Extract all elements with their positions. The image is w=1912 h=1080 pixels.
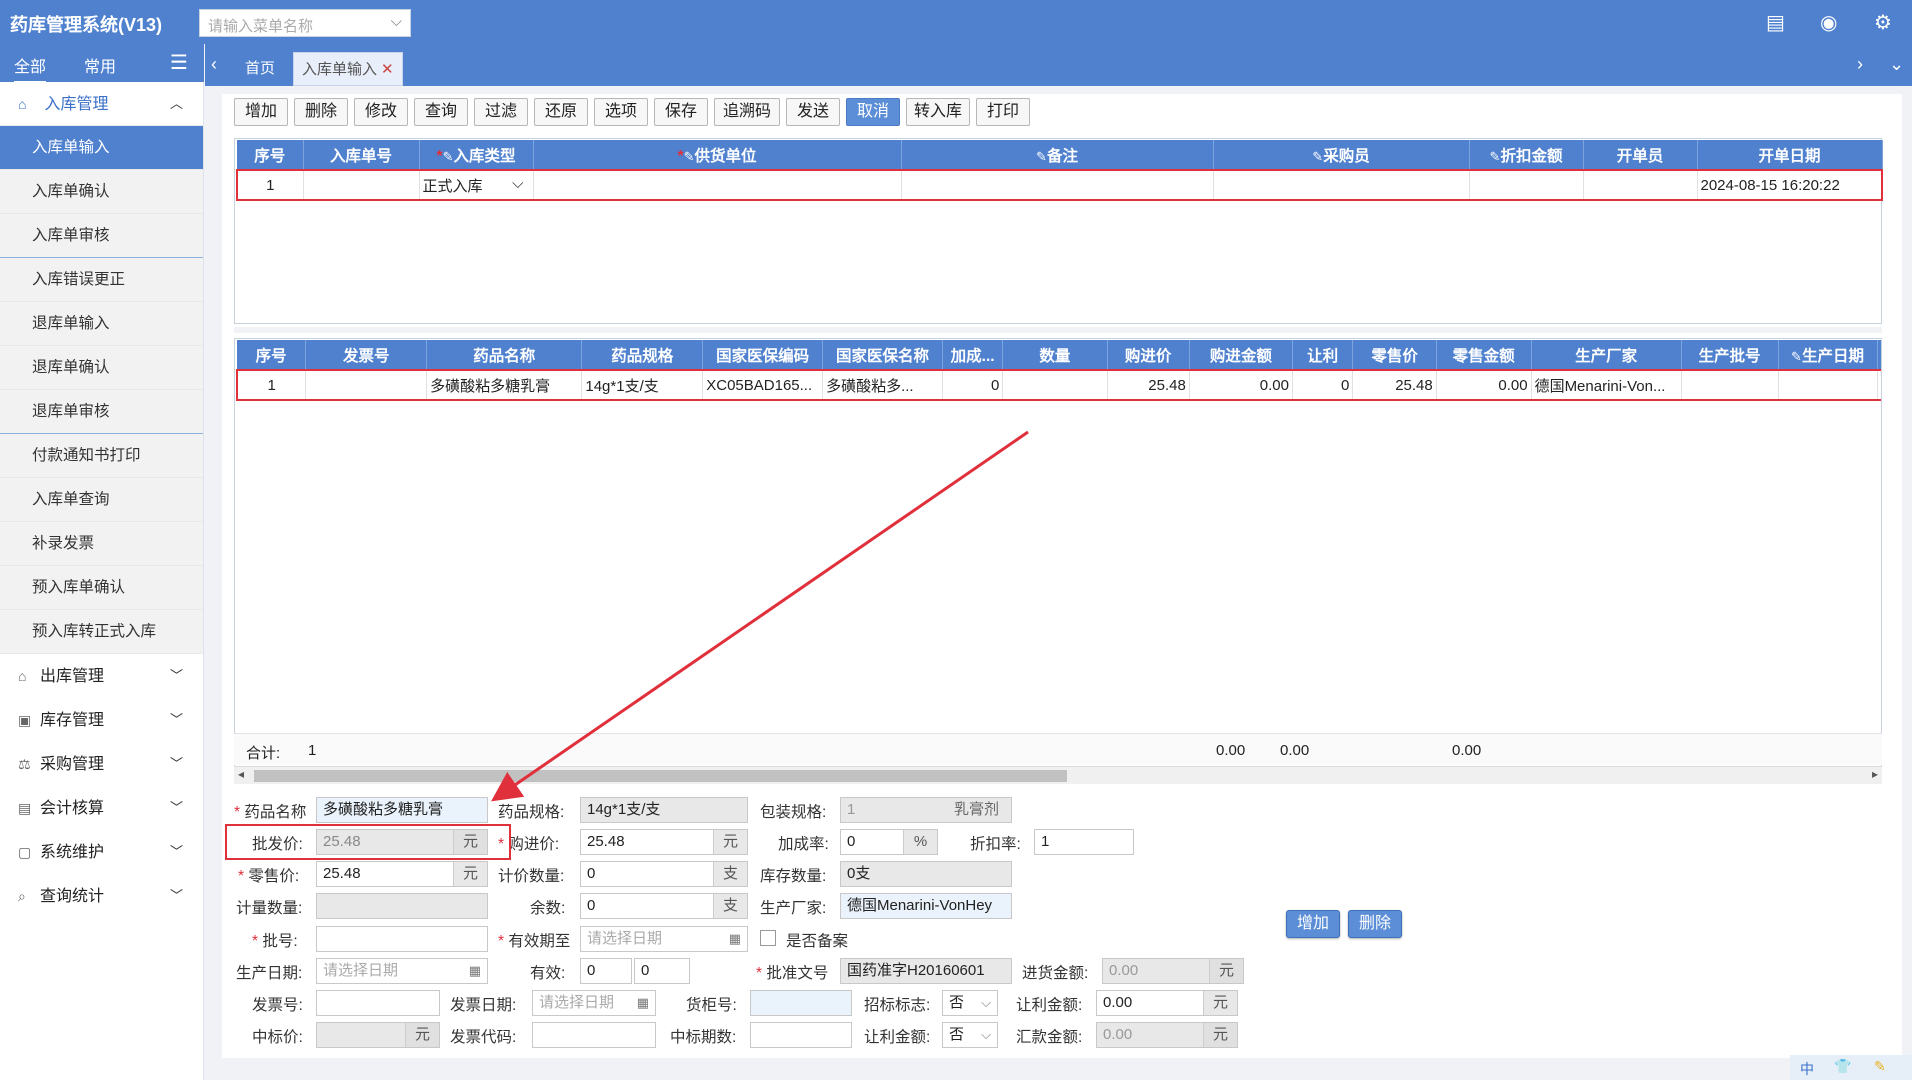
cabinet-no-field[interactable]: [750, 990, 852, 1016]
markup-rate-field[interactable]: 0%: [840, 829, 938, 855]
batch-no-label: * 批号:: [252, 933, 298, 950]
filed-checkbox[interactable]: [760, 930, 776, 946]
discount-rate-label: 折扣率:: [970, 836, 1021, 853]
stock-qty-field: 0支: [840, 861, 1012, 887]
stock-qty-label: 库存数量:: [760, 868, 827, 885]
remit-amount-label: 汇款金额:: [1016, 1029, 1083, 1046]
highlight-box: [225, 824, 511, 860]
remit-amount-field: 0.00 元: [1096, 1022, 1238, 1048]
manufacturer-field[interactable]: 德国Menarini-VonHey: [840, 893, 1012, 919]
bid-flag-label: 招标标志:: [864, 997, 931, 1014]
filed-label: 是否备案: [786, 933, 849, 950]
approval-no-field: 国药准字H20160601: [840, 958, 1012, 984]
chevron-down-icon: ⌵: [981, 1027, 991, 1042]
prod-date-field[interactable]: 请选择日期 ▦: [316, 958, 488, 984]
drug-name-field[interactable]: 多磺酸粘多糖乳膏: [316, 797, 488, 823]
calendar-icon: ▦: [468, 963, 481, 978]
approval-no-label: * 批准文号: [756, 965, 829, 982]
drug-spec-label: 药品规格:: [498, 804, 565, 821]
drug-spec-field: 14g*1支/支: [580, 797, 748, 823]
invoice-no-label: 发票号:: [252, 997, 303, 1014]
valid-field-2[interactable]: 0: [634, 958, 690, 984]
chevron-down-icon: ⌵: [981, 995, 991, 1010]
measure-qty-label: 计量数量:: [236, 900, 303, 917]
valid-field-1[interactable]: 0: [580, 958, 632, 984]
retail-price-label: * 零售价:: [238, 868, 300, 885]
priced-qty-label: 计价数量:: [498, 868, 565, 885]
bid-flag-select[interactable]: 否 ⌵: [942, 990, 998, 1016]
remainder-field[interactable]: 0支: [580, 893, 748, 919]
rebate-amount2-label: 让利金额:: [864, 1029, 931, 1046]
remainder-label: 余数:: [530, 900, 566, 917]
markup-rate-label: 加成率:: [778, 836, 829, 853]
calendar-icon: ▦: [636, 995, 649, 1010]
shirt-icon[interactable]: 👕: [1834, 1058, 1851, 1075]
invoice-date-field[interactable]: 请选择日期 ▦: [532, 990, 656, 1016]
priced-qty-field[interactable]: 0支: [580, 861, 748, 887]
pack-spec-field: 1 乳膏剂: [840, 797, 1012, 823]
drug-name-label: * 药品名称: [234, 804, 307, 821]
purchase-amount-label: 进货金额:: [1022, 965, 1089, 982]
rebate-amount-field[interactable]: 0.00 元: [1096, 990, 1238, 1016]
measure-qty-field: [316, 893, 488, 919]
pack-spec-label: 包装规格:: [760, 804, 827, 821]
purchase-price-field[interactable]: 25.48 元: [580, 829, 748, 855]
pencil-icon[interactable]: ✎: [1874, 1058, 1886, 1075]
manufacturer-label: 生产厂家:: [760, 900, 827, 917]
form-delete-button[interactable]: 删除: [1348, 910, 1402, 938]
cabinet-no-label: 货柜号:: [686, 997, 737, 1014]
form-add-button[interactable]: 增加: [1286, 910, 1340, 938]
ime-status-bar: 中 👕 ✎: [1790, 1055, 1912, 1080]
bid-period-field[interactable]: [750, 1022, 852, 1048]
invoice-code-field[interactable]: [532, 1022, 656, 1048]
rebate-amount2-select[interactable]: 否 ⌵: [942, 1022, 998, 1048]
purchase-amount-field: 0.00 元: [1102, 958, 1244, 984]
ime-mode[interactable]: 中: [1800, 1059, 1814, 1079]
retail-price-field[interactable]: 25.48 元: [316, 861, 488, 887]
invoice-date-label: 发票日期:: [450, 997, 517, 1014]
invoice-no-field[interactable]: [316, 990, 440, 1016]
discount-rate-field[interactable]: 1: [1034, 829, 1134, 855]
bid-price-label: 中标价:: [252, 1029, 303, 1046]
rebate-amount-label: 让利金额:: [1016, 997, 1083, 1014]
expiry-date-field[interactable]: 请选择日期 ▦: [580, 926, 748, 952]
bid-price-field: 元: [316, 1022, 440, 1048]
batch-no-field[interactable]: [316, 926, 488, 952]
invoice-code-label: 发票代码:: [450, 1029, 517, 1046]
expiry-label: * 有效期至: [498, 933, 571, 950]
bid-period-label: 中标期数:: [670, 1029, 737, 1046]
valid-label: 有效:: [530, 965, 566, 982]
calendar-icon: ▦: [728, 931, 741, 946]
prod-date-label: 生产日期:: [236, 965, 303, 982]
